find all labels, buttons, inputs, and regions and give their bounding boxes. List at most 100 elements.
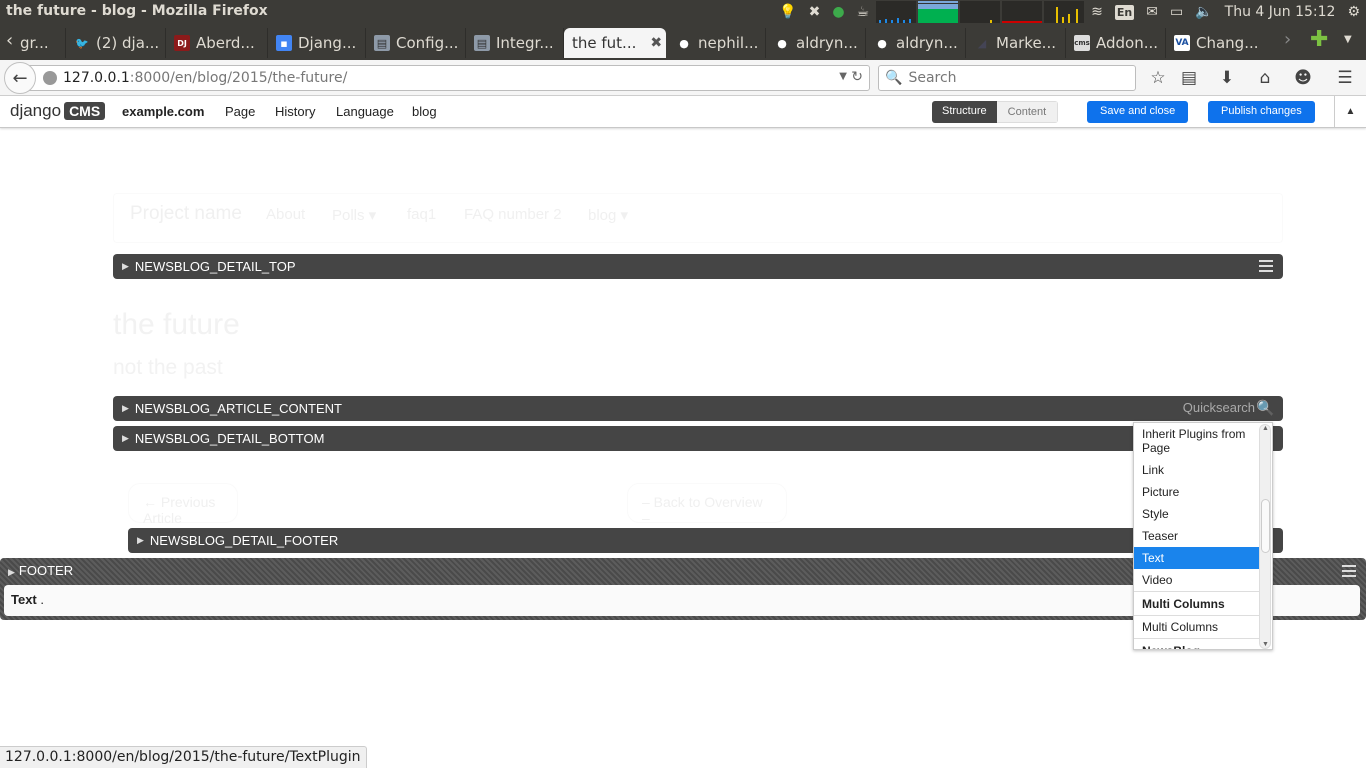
- cup-icon[interactable]: ☕: [857, 4, 870, 20]
- chat-icon[interactable]: ☻: [1292, 67, 1314, 89]
- browser-tab[interactable]: ● aldryn...: [766, 28, 866, 58]
- cpu-graph[interactable]: [876, 1, 917, 23]
- djeu-icon: DJ: [174, 35, 190, 51]
- volume-icon[interactable]: 🔈: [1195, 4, 1212, 20]
- brand-link[interactable]: Project name: [130, 203, 242, 225]
- picker-scrollbar[interactable]: ▲ ▼: [1259, 424, 1271, 649]
- tab-scroll-right-button[interactable]: ›: [1284, 29, 1291, 50]
- back-to-overview-link[interactable]: – Back to Overview –: [627, 483, 787, 526]
- plugin-option[interactable]: Text: [1134, 547, 1259, 569]
- placeholder-menu-icon[interactable]: [1259, 260, 1273, 272]
- publish-changes-button[interactable]: Publish changes: [1208, 101, 1315, 123]
- hangouts-icon[interactable]: ●: [832, 4, 844, 20]
- plugin-option[interactable]: Picture: [1134, 481, 1259, 503]
- browser-tab[interactable]: cms Addon...: [1066, 28, 1166, 58]
- scroll-down-arrow-icon[interactable]: ▼: [1262, 641, 1269, 648]
- nav-link[interactable]: faq1: [407, 206, 436, 223]
- placeholder-newsblog-detail-top[interactable]: ▶ NEWSBLOG_DETAIL_TOP: [113, 254, 1283, 279]
- browser-tab[interactable]: ● aldryn...: [866, 28, 966, 58]
- toolbar-collapse-button[interactable]: ▲: [1334, 96, 1366, 127]
- page-menu[interactable]: Page: [225, 104, 255, 119]
- browser-tab[interactable]: ▤ Config...: [366, 28, 466, 58]
- clock[interactable]: Thu 4 Jun 15:12: [1225, 4, 1336, 20]
- structure-mode-button[interactable]: Structure: [932, 101, 997, 123]
- swap-graph[interactable]: [1002, 1, 1043, 23]
- expand-triangle-icon[interactable]: ▶: [122, 261, 129, 272]
- expand-triangle-icon[interactable]: ▶: [122, 403, 129, 414]
- search-input[interactable]: 🔍 Search: [878, 65, 1136, 91]
- download-icon[interactable]: ⬇: [1216, 67, 1238, 89]
- content-mode-button[interactable]: Content: [996, 101, 1059, 123]
- placeholder-newsblog-detail-bottom[interactable]: ▶ NEWSBLOG_DETAIL_BOTTOM: [113, 426, 1283, 451]
- django-cms-logo[interactable]: django CMS: [10, 101, 106, 121]
- caret-up-icon: ▲: [1345, 106, 1356, 117]
- url-host: 127.0.0.1: [63, 70, 130, 86]
- reload-icon[interactable]: ↻: [851, 69, 863, 85]
- url-history-dropdown-icon[interactable]: ▼: [839, 71, 847, 82]
- tab-scroll-left-button[interactable]: ‹: [6, 30, 13, 51]
- plugin-option[interactable]: Inherit Plugins from Page: [1134, 423, 1259, 459]
- history-menu[interactable]: History: [275, 104, 315, 119]
- browser-nav-bar: ← 127.0.0.1:8000/en/blog/2015/the-future…: [0, 60, 1366, 96]
- back-button[interactable]: ←: [4, 62, 36, 94]
- plugin-option[interactable]: Video: [1134, 569, 1259, 591]
- site-navbar: Project name About Polls ▾ faq1 FAQ numb…: [113, 193, 1283, 243]
- scroll-up-arrow-icon[interactable]: ▲: [1262, 425, 1269, 432]
- site-menu[interactable]: example.com: [122, 104, 204, 119]
- battery-icon[interactable]: ▭: [1170, 4, 1183, 20]
- new-tab-plus-icon[interactable]: ✚: [1310, 27, 1328, 52]
- nav-link[interactable]: About: [266, 206, 305, 223]
- cms-icon: cms: [1074, 35, 1090, 51]
- browser-tab[interactable]: ▤ Integr...: [466, 28, 564, 58]
- dropbox-icon[interactable]: ✖: [809, 4, 821, 20]
- power-gear-icon[interactable]: ⚙: [1347, 4, 1360, 20]
- search-icon: 🔍: [885, 70, 903, 86]
- nav-link[interactable]: FAQ number 2: [464, 206, 562, 223]
- browser-tab[interactable]: VA Chang...: [1166, 28, 1266, 58]
- memory-graph[interactable]: [918, 1, 959, 23]
- browser-tab[interactable]: DJ Aberd...: [166, 28, 268, 58]
- load-graph[interactable]: [1044, 1, 1085, 23]
- plugin-option[interactable]: Multi Columns: [1134, 615, 1259, 638]
- browser-tab[interactable]: ● nephil...: [668, 28, 766, 58]
- search-icon[interactable]: 🔍: [1256, 399, 1275, 417]
- save-and-close-button[interactable]: Save and close: [1087, 101, 1189, 123]
- browser-tab-active[interactable]: the fut... ✖: [564, 28, 666, 58]
- placeholder-menu-icon[interactable]: [1342, 565, 1356, 577]
- plugin-option[interactable]: Link: [1134, 459, 1259, 481]
- placeholder-newsblog-detail-footer[interactable]: ▶ NEWSBLOG_DETAIL_FOOTER: [128, 528, 1283, 553]
- bookmark-star-icon[interactable]: ☆: [1147, 67, 1169, 89]
- placeholder-newsblog-article-content[interactable]: ▶ NEWSBLOG_ARTICLE_CONTENT Quicksearch 🔍: [113, 396, 1283, 421]
- browser-tab[interactable]: ▪ Djang...: [268, 28, 366, 58]
- previous-article-link[interactable]: ← Previous Article: [128, 483, 238, 526]
- language-menu[interactable]: Language: [336, 104, 394, 119]
- network-graph[interactable]: [960, 1, 1001, 23]
- expand-triangle-icon[interactable]: ▶: [122, 433, 129, 444]
- hamburger-menu-icon[interactable]: ☰: [1334, 67, 1356, 89]
- blog-menu[interactable]: blog: [412, 104, 437, 119]
- plugin-option[interactable]: Teaser: [1134, 525, 1259, 547]
- list-all-tabs-chevron-icon[interactable]: ▼: [1344, 34, 1352, 45]
- close-tab-icon[interactable]: ✖: [650, 35, 662, 51]
- nav-link[interactable]: Polls ▾: [332, 206, 376, 224]
- lightbulb-icon[interactable]: 💡: [779, 4, 796, 20]
- expand-triangle-icon[interactable]: ▶: [137, 535, 144, 546]
- home-icon[interactable]: ⌂: [1254, 67, 1276, 89]
- mail-icon[interactable]: ✉: [1146, 4, 1158, 20]
- plugin-option[interactable]: Style: [1134, 503, 1259, 525]
- back-arrow-icon: ←: [12, 67, 28, 89]
- quicksearch-label[interactable]: Quicksearch: [1183, 400, 1255, 415]
- nav-link[interactable]: blog ▾: [588, 206, 628, 224]
- browser-tab[interactable]: ◢ Marke...: [966, 28, 1066, 58]
- plugin-list: Inherit Plugins from Page Link Picture Styl…: [1134, 423, 1259, 649]
- reading-list-icon[interactable]: ▤: [1178, 67, 1200, 89]
- browser-tab[interactable]: gr...: [18, 28, 66, 58]
- keyboard-layout-indicator[interactable]: En: [1114, 4, 1135, 20]
- status-bar-url: 127.0.0.1:8000/en/blog/2015/the-future/T…: [0, 746, 367, 768]
- expand-triangle-icon[interactable]: ▶: [8, 567, 15, 577]
- scrollbar-thumb[interactable]: [1261, 499, 1270, 553]
- plugin-picker-dropdown[interactable]: Inherit Plugins from Page Link Picture Styl…: [1133, 422, 1273, 650]
- wifi-icon[interactable]: ≋: [1091, 4, 1103, 20]
- browser-tab[interactable]: 🐦 (2) dja...: [66, 28, 166, 58]
- url-bar[interactable]: 127.0.0.1:8000/en/blog/2015/the-future/ …: [28, 65, 870, 91]
